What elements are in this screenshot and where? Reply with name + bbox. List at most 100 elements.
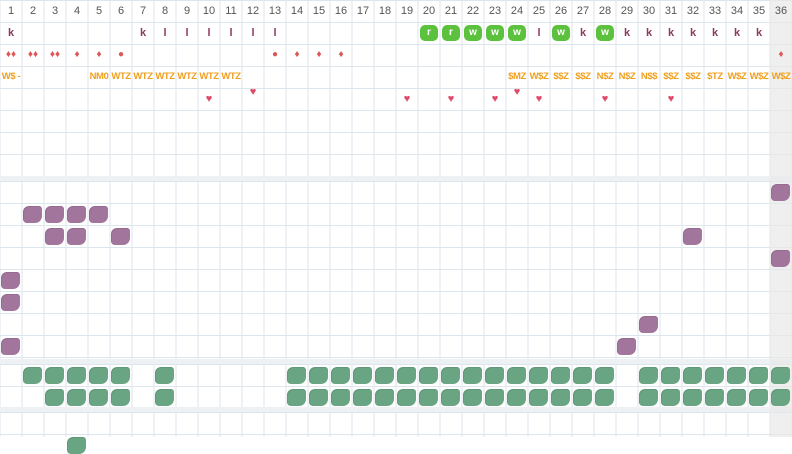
- teal-blob-marker[interactable]: [309, 367, 328, 384]
- day-header[interactable]: 18: [374, 0, 396, 22]
- activity-letter[interactable]: l: [220, 22, 242, 44]
- mood-tag[interactable]: w: [464, 25, 482, 41]
- teal-blob-marker[interactable]: [331, 389, 350, 406]
- teal-blob-marker[interactable]: [353, 367, 372, 384]
- activity-letter[interactable]: l: [198, 22, 220, 44]
- teal-blob-marker[interactable]: [485, 367, 504, 384]
- teal-blob-marker[interactable]: [683, 389, 702, 406]
- heart-icon[interactable]: ♥: [506, 81, 528, 103]
- day-header[interactable]: 23: [484, 0, 506, 22]
- teal-blob-marker[interactable]: [639, 389, 658, 406]
- heart-icon[interactable]: ♥: [198, 88, 220, 110]
- day-header[interactable]: 26: [550, 0, 572, 22]
- teal-blob-marker[interactable]: [89, 389, 108, 406]
- drop-icon[interactable]: ♦: [286, 44, 308, 66]
- teal-blob-marker[interactable]: [397, 389, 416, 406]
- heart-icon[interactable]: ♥: [660, 88, 682, 110]
- teal-blob-marker[interactable]: [419, 389, 438, 406]
- activity-letter[interactable]: k: [726, 22, 748, 44]
- teal-blob-marker[interactable]: [573, 367, 592, 384]
- teal-blob-marker[interactable]: [23, 367, 42, 384]
- activity-letter[interactable]: k: [572, 22, 594, 44]
- heart-icon[interactable]: ♥: [242, 81, 264, 103]
- symptom-code[interactable]: $$Z: [660, 66, 682, 88]
- teal-blob-marker[interactable]: [595, 389, 614, 406]
- purple-blob-marker[interactable]: [1, 294, 20, 311]
- teal-blob-marker[interactable]: [419, 367, 438, 384]
- activity-letter[interactable]: k: [660, 22, 682, 44]
- day-header[interactable]: 8: [154, 0, 176, 22]
- day-header[interactable]: 31: [660, 0, 682, 22]
- heart-icon[interactable]: ♥: [528, 88, 550, 110]
- drop-icon[interactable]: ♦♦: [0, 44, 22, 66]
- teal-blob-marker[interactable]: [749, 389, 768, 406]
- teal-blob-marker[interactable]: [353, 389, 372, 406]
- purple-blob-marker[interactable]: [89, 206, 108, 223]
- drop-icon[interactable]: ●: [264, 44, 286, 66]
- activity-letter[interactable]: l: [242, 22, 264, 44]
- teal-blob-marker[interactable]: [551, 389, 570, 406]
- day-header[interactable]: 27: [572, 0, 594, 22]
- day-header[interactable]: 2: [22, 0, 44, 22]
- activity-letter[interactable]: l: [528, 22, 550, 44]
- symptom-code[interactable]: $$Z: [550, 66, 572, 88]
- symptom-code[interactable]: NM0: [88, 66, 110, 88]
- teal-blob-marker[interactable]: [771, 389, 790, 406]
- teal-blob-marker[interactable]: [155, 367, 174, 384]
- teal-blob-marker[interactable]: [441, 367, 460, 384]
- symptom-code[interactable]: WTZ: [110, 66, 132, 88]
- purple-blob-marker[interactable]: [1, 338, 20, 355]
- teal-blob-marker[interactable]: [89, 367, 108, 384]
- teal-blob-marker[interactable]: [45, 367, 64, 384]
- day-header[interactable]: 34: [726, 0, 748, 22]
- teal-blob-marker[interactable]: [705, 367, 724, 384]
- mood-tag[interactable]: w: [508, 25, 526, 41]
- symptom-code[interactable]: WTZ: [132, 66, 154, 88]
- symptom-code[interactable]: N$Z: [594, 66, 616, 88]
- day-header[interactable]: 10: [198, 0, 220, 22]
- teal-blob-marker[interactable]: [529, 367, 548, 384]
- teal-blob-marker[interactable]: [727, 367, 746, 384]
- purple-blob-marker[interactable]: [617, 338, 636, 355]
- teal-blob-marker[interactable]: [661, 389, 680, 406]
- symptom-code[interactable]: W$ -: [0, 66, 22, 88]
- day-header[interactable]: 21: [440, 0, 462, 22]
- day-header[interactable]: 15: [308, 0, 330, 22]
- day-header[interactable]: 7: [132, 0, 154, 22]
- purple-blob-marker[interactable]: [45, 206, 64, 223]
- day-header[interactable]: 28: [594, 0, 616, 22]
- drop-icon[interactable]: ♦: [330, 44, 352, 66]
- activity-letter[interactable]: l: [154, 22, 176, 44]
- teal-blob-marker[interactable]: [507, 367, 526, 384]
- day-header[interactable]: 3: [44, 0, 66, 22]
- purple-blob-marker[interactable]: [683, 228, 702, 245]
- teal-blob-marker[interactable]: [441, 389, 460, 406]
- symptom-code[interactable]: $TZ: [704, 66, 726, 88]
- teal-blob-marker[interactable]: [463, 389, 482, 406]
- teal-blob-marker[interactable]: [45, 389, 64, 406]
- mood-tag[interactable]: r: [420, 25, 438, 41]
- symptom-code[interactable]: WTZ: [154, 66, 176, 88]
- heart-icon[interactable]: ♥: [440, 88, 462, 110]
- teal-blob-marker[interactable]: [551, 367, 570, 384]
- teal-blob-marker[interactable]: [375, 367, 394, 384]
- drop-icon[interactable]: ♦: [66, 44, 88, 66]
- day-header[interactable]: 5: [88, 0, 110, 22]
- teal-blob-marker[interactable]: [111, 367, 130, 384]
- teal-blob-marker[interactable]: [705, 389, 724, 406]
- teal-blob-marker[interactable]: [67, 367, 86, 384]
- day-header[interactable]: 25: [528, 0, 550, 22]
- activity-letter[interactable]: l: [264, 22, 286, 44]
- symptom-code[interactable]: W$Z: [770, 66, 792, 88]
- mood-tag[interactable]: w: [596, 25, 614, 41]
- day-header[interactable]: 20: [418, 0, 440, 22]
- drop-icon[interactable]: ♦♦: [44, 44, 66, 66]
- teal-blob-marker[interactable]: [683, 367, 702, 384]
- teal-blob-marker[interactable]: [595, 367, 614, 384]
- day-header[interactable]: 24: [506, 0, 528, 22]
- teal-blob-marker[interactable]: [639, 367, 658, 384]
- day-header[interactable]: 1: [0, 0, 22, 22]
- day-header[interactable]: 12: [242, 0, 264, 22]
- teal-blob-marker[interactable]: [529, 389, 548, 406]
- day-header[interactable]: 35: [748, 0, 770, 22]
